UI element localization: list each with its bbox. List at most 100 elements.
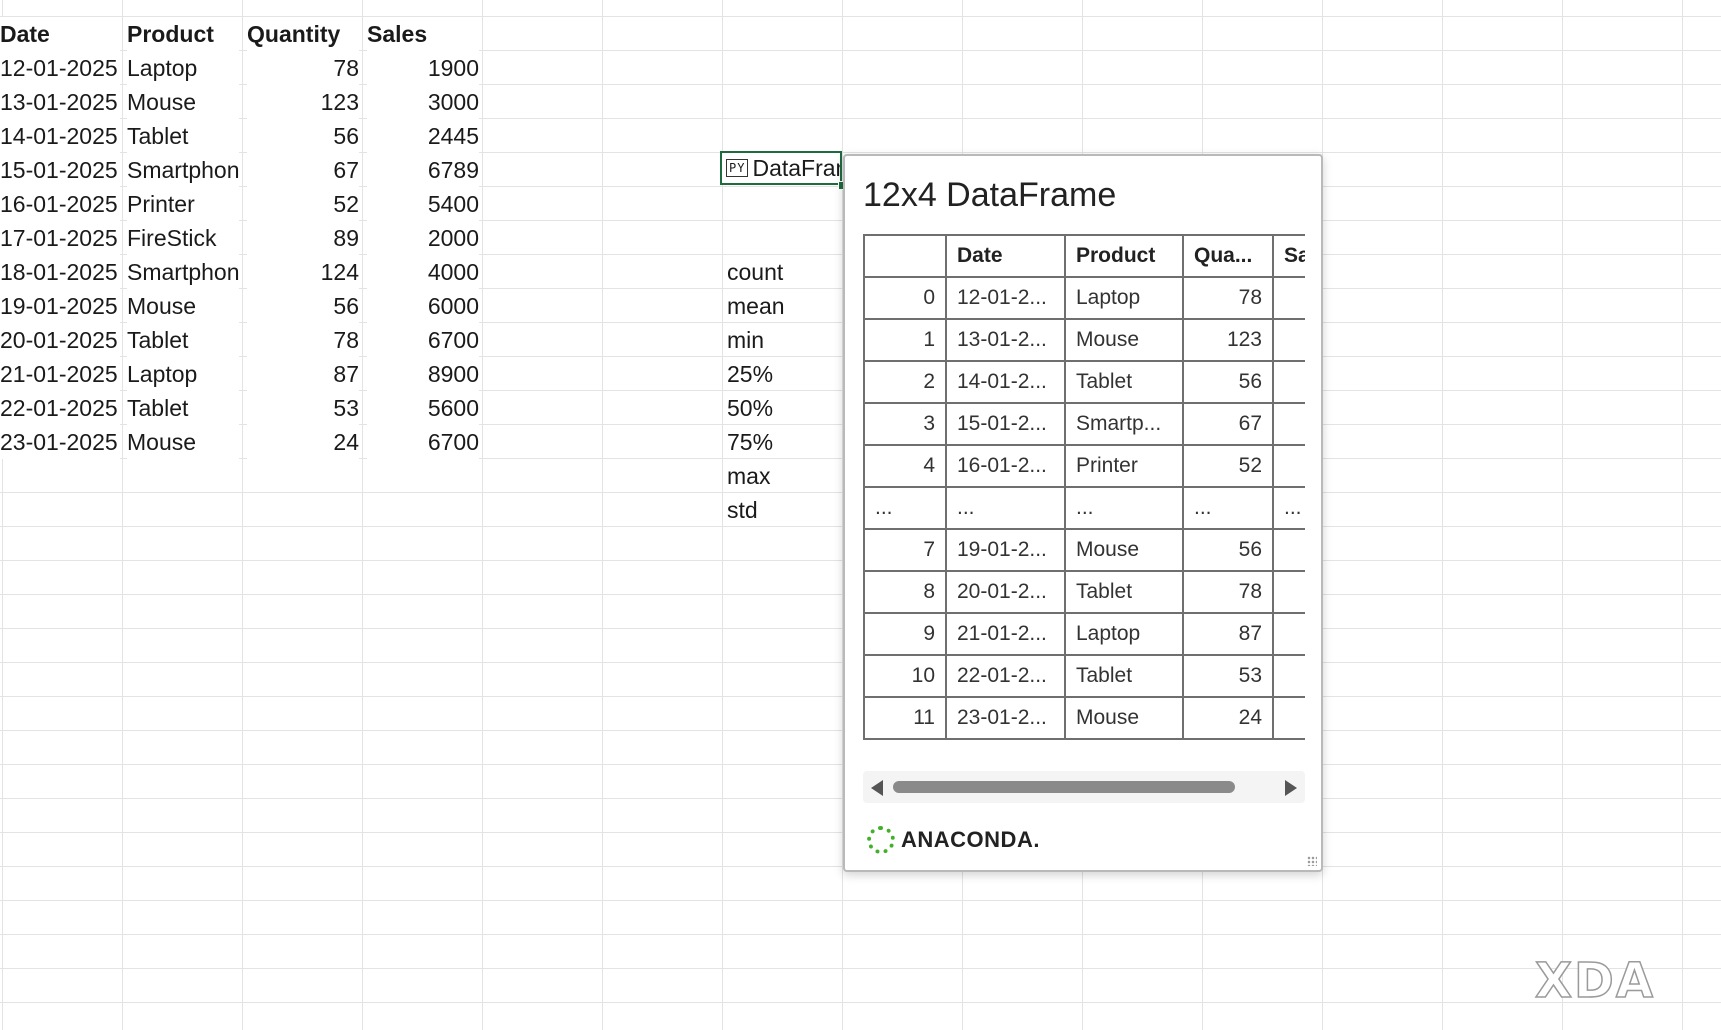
stat-label-75[interactable]: 75% (727, 425, 773, 459)
cell-quantity[interactable]: 67 (247, 153, 359, 187)
df-cell: 78 (1182, 570, 1274, 614)
cell-quantity[interactable]: 89 (247, 221, 359, 255)
cell-sales[interactable]: 5400 (367, 187, 479, 221)
scroll-right-arrow-icon[interactable] (1285, 780, 1297, 796)
df-cell: ... (1272, 486, 1305, 530)
df-index-cell: ... (863, 486, 947, 530)
cell-sales[interactable]: 3000 (367, 85, 479, 119)
horizontal-scrollbar[interactable] (863, 771, 1305, 803)
cell-product[interactable]: FireStick (127, 221, 239, 255)
python-dataframe-cell[interactable]: PY DataFrame (720, 151, 842, 185)
df-cell: 6 (1272, 402, 1305, 446)
df-cell: 14-01-2... (945, 360, 1066, 404)
cell-date[interactable]: 14-01-2025 (0, 119, 120, 153)
xda-watermark: XDA (1534, 952, 1655, 1010)
scroll-thumb[interactable] (893, 781, 1235, 793)
cell-quantity[interactable]: 56 (247, 119, 359, 153)
cell-sales[interactable]: 1900 (367, 51, 479, 85)
df-index-cell: 3 (863, 402, 947, 446)
cell-quantity[interactable]: 78 (247, 51, 359, 85)
df-cell: Printer (1064, 444, 1184, 488)
df-cell: 5 (1272, 444, 1305, 488)
cell-product[interactable]: Mouse (127, 85, 239, 119)
cell-product[interactable]: Smartphon (127, 255, 239, 289)
cell-sales[interactable]: 6000 (367, 289, 479, 323)
cell-quantity[interactable]: 53 (247, 391, 359, 425)
cell-sales[interactable]: 5600 (367, 391, 479, 425)
cell-sales[interactable]: 6700 (367, 323, 479, 357)
df-column-header: Product (1064, 234, 1184, 278)
stat-label-min[interactable]: min (727, 323, 764, 357)
df-row: 820-01-2...Tablet786 (863, 570, 1305, 614)
cell-date[interactable]: 16-01-2025 (0, 187, 120, 221)
df-row: 315-01-2...Smartp...676 (863, 402, 1305, 446)
df-row: 214-01-2...Tablet562 (863, 360, 1305, 404)
df-cell: 5 (1272, 654, 1305, 698)
cell-quantity[interactable]: 123 (247, 85, 359, 119)
cell-date[interactable]: 13-01-2025 (0, 85, 120, 119)
cell-quantity[interactable]: 124 (247, 255, 359, 289)
df-cell: Tablet (1064, 654, 1184, 698)
scroll-left-arrow-icon[interactable] (871, 780, 883, 796)
df-cell: Laptop (1064, 612, 1184, 656)
cell-date[interactable]: 21-01-2025 (0, 357, 120, 391)
df-index-cell: 11 (863, 696, 947, 740)
cell-quantity[interactable]: 56 (247, 289, 359, 323)
cell-product[interactable]: Printer (127, 187, 239, 221)
df-row: 719-01-2...Mouse566 (863, 528, 1305, 572)
resize-grip-icon[interactable] (1307, 856, 1317, 866)
cell-sales[interactable]: 4000 (367, 255, 479, 289)
cell-sales[interactable]: 6700 (367, 425, 479, 459)
stat-label-50[interactable]: 50% (727, 391, 773, 425)
header-product[interactable]: Product (127, 17, 239, 51)
cell-product[interactable]: Laptop (127, 357, 239, 391)
cell-date[interactable]: 15-01-2025 (0, 153, 120, 187)
df-row: 1123-01-2...Mouse246 (863, 696, 1305, 740)
cell-date[interactable]: 17-01-2025 (0, 221, 120, 255)
cell-quantity[interactable]: 87 (247, 357, 359, 391)
df-cell: 87 (1182, 612, 1274, 656)
cell-quantity[interactable]: 52 (247, 187, 359, 221)
cell-sales[interactable]: 8900 (367, 357, 479, 391)
header-sales[interactable]: Sales (367, 17, 479, 51)
cell-sales[interactable]: 2445 (367, 119, 479, 153)
cell-product[interactable]: Mouse (127, 425, 239, 459)
cell-date[interactable]: 20-01-2025 (0, 323, 120, 357)
df-index-cell: 4 (863, 444, 947, 488)
df-cell: ... (1182, 486, 1274, 530)
cell-product[interactable]: Tablet (127, 323, 239, 357)
stat-label-count[interactable]: count (727, 255, 783, 289)
cell-sales[interactable]: 2000 (367, 221, 479, 255)
cell-product[interactable]: Mouse (127, 289, 239, 323)
cell-date[interactable]: 23-01-2025 (0, 425, 120, 459)
df-cell: Mouse (1064, 696, 1184, 740)
df-cell: 1 (1272, 276, 1305, 320)
cell-product[interactable]: Smartphon (127, 153, 239, 187)
cell-date[interactable]: 18-01-2025 (0, 255, 120, 289)
df-cell: 67 (1182, 402, 1274, 446)
stat-label-std[interactable]: std (727, 493, 758, 527)
df-cell: 24 (1182, 696, 1274, 740)
dataframe-table-viewport[interactable]: DateProductQua...Sa 012-01-2...Laptop781… (863, 234, 1305, 758)
header-date[interactable]: Date (0, 17, 120, 51)
stat-label-25[interactable]: 25% (727, 357, 773, 391)
stat-label-max[interactable]: max (727, 459, 770, 493)
cell-sales[interactable]: 6789 (367, 153, 479, 187)
cell-date[interactable]: 22-01-2025 (0, 391, 120, 425)
df-cell: Tablet (1064, 360, 1184, 404)
cell-quantity[interactable]: 78 (247, 323, 359, 357)
df-cell: 6 (1272, 570, 1305, 614)
df-column-header: Date (945, 234, 1066, 278)
stat-label-mean[interactable]: mean (727, 289, 785, 323)
cell-date[interactable]: 12-01-2025 (0, 51, 120, 85)
df-cell: 6 (1272, 528, 1305, 572)
cell-product[interactable]: Tablet (127, 391, 239, 425)
df-row: 113-01-2...Mouse1233 (863, 318, 1305, 362)
cell-date[interactable]: 19-01-2025 (0, 289, 120, 323)
cell-product[interactable]: Laptop (127, 51, 239, 85)
cell-quantity[interactable]: 24 (247, 425, 359, 459)
cell-product[interactable]: Tablet (127, 119, 239, 153)
df-cell: Laptop (1064, 276, 1184, 320)
df-cell: 123 (1182, 318, 1274, 362)
header-quantity[interactable]: Quantity (247, 17, 359, 51)
